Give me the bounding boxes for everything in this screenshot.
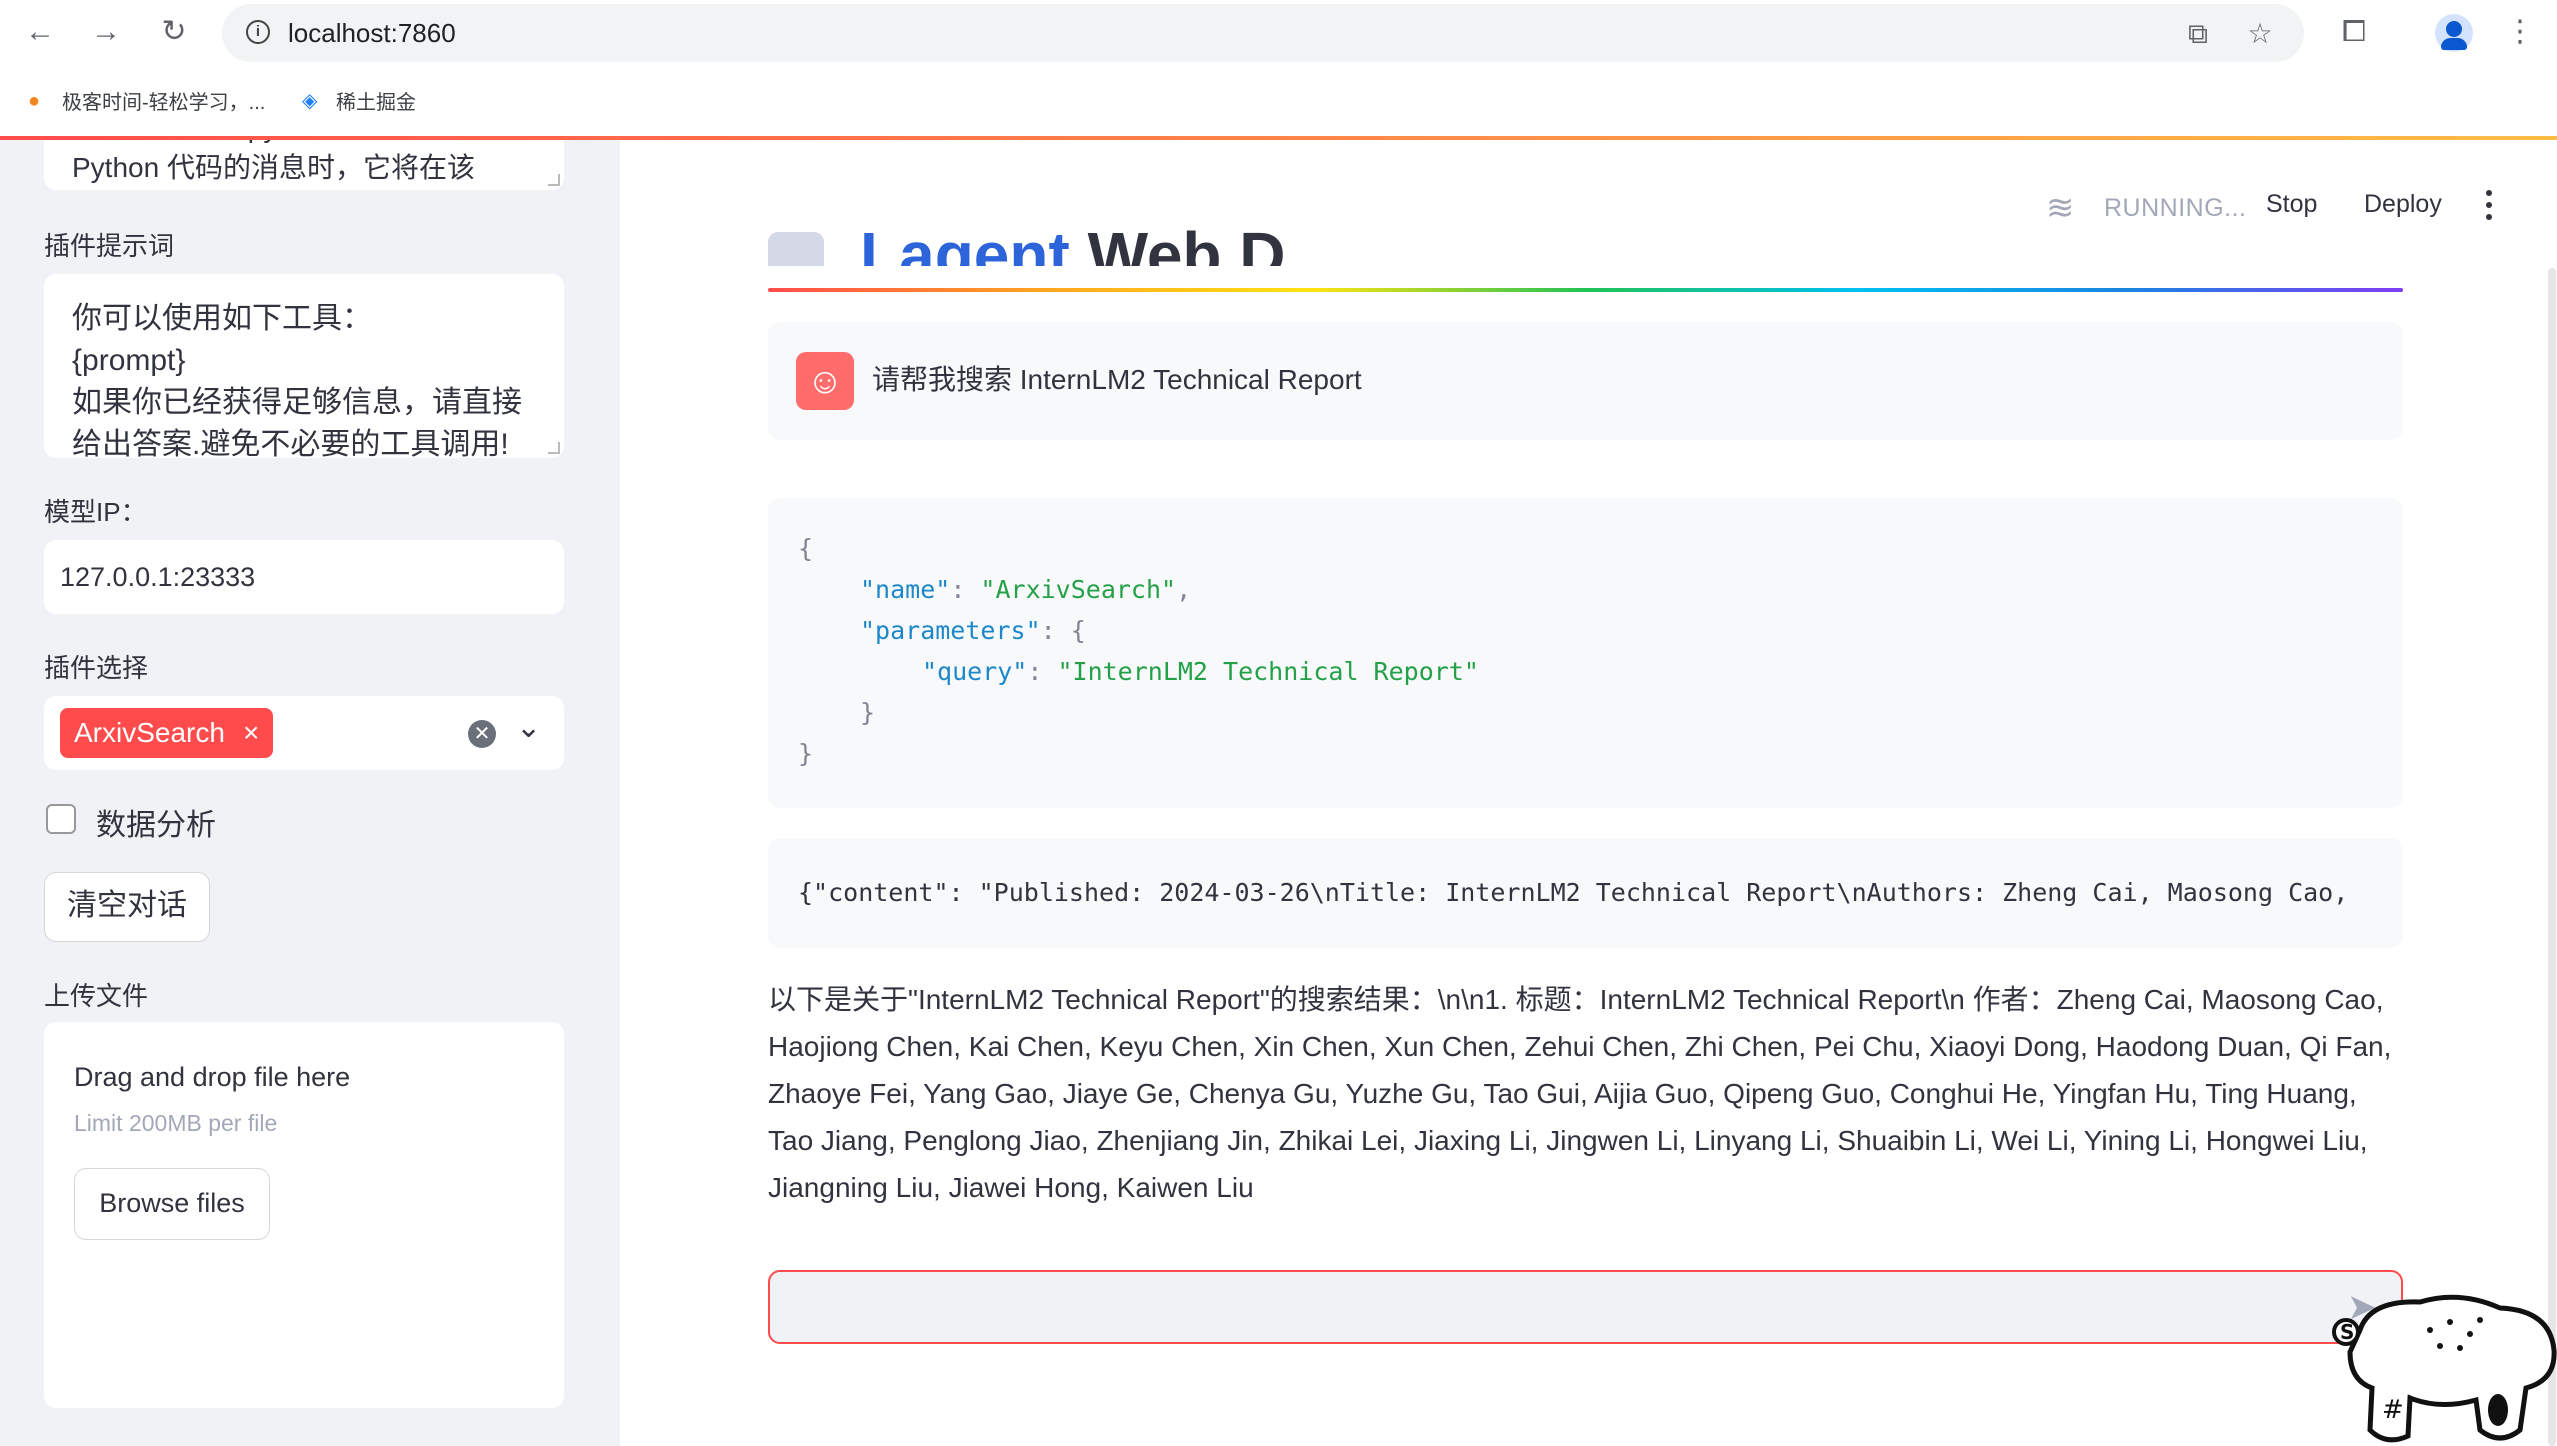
address-bar[interactable]: i localhost:7860 ⧉ ☆ <box>222 4 2304 62</box>
bookmark-geektime[interactable]: ● 极客时间-轻松学习，... <box>28 86 265 115</box>
plugin-select-label: 插件选择 <box>44 653 149 683</box>
svg-text:#: # <box>2382 1395 2404 1425</box>
upload-label: 上传文件 <box>44 981 149 1011</box>
system-prompt-textarea[interactable]: 代码。当你向 python 发送含有 Python 代码的消息时，它将在该 <box>44 140 564 190</box>
json-key-query: "query" <box>922 657 1028 686</box>
plugin-multiselect[interactable]: ArxivSearch × ✕ ⌄ <box>44 696 564 770</box>
json-brace: { <box>1070 616 1086 645</box>
browser-toolbar: ← → ↻ i localhost:7860 ⧉ ☆ ⧠ ⋮ <box>0 0 2557 64</box>
tag-remove-icon[interactable]: × <box>243 708 259 758</box>
tool-result-block: {"content": "Published: 2024-03-26\nTitl… <box>768 838 2403 948</box>
plugin-tag: ArxivSearch × <box>60 708 274 758</box>
reload-icon[interactable]: ↻ <box>156 14 192 50</box>
json-brace: } <box>798 739 814 768</box>
plugin-prompt-label: 插件提示词 <box>44 231 175 261</box>
chevron-down-icon[interactable]: ⌄ <box>516 710 541 745</box>
bookmarks-bar: ● 极客时间-轻松学习，... ◈ 稀土掘金 <box>0 64 2557 136</box>
profile-avatar[interactable] <box>2435 14 2473 52</box>
stop-button[interactable]: Stop <box>2266 190 2317 219</box>
title-lagent: Lagent <box>860 219 1070 266</box>
star-icon[interactable]: ☆ <box>2244 18 2276 50</box>
scrollbar[interactable] <box>2548 268 2556 1446</box>
url-text[interactable]: localhost:7860 <box>288 18 456 49</box>
juejin-icon: ◈ <box>302 89 318 112</box>
model-ip-input[interactable]: 127.0.0.1:23333 <box>44 540 564 614</box>
user-message: ☺ 请帮我搜索 InternLM2 Technical Report <box>768 322 2403 440</box>
swimmer-icon: ≋ <box>2046 189 2075 227</box>
json-brace: } <box>860 698 876 727</box>
file-uploader[interactable]: Drag and drop file here Limit 200MB per … <box>44 1022 564 1408</box>
chat-input[interactable]: ➤ <box>768 1270 2403 1344</box>
mascot-icon: S # <box>2332 1294 2557 1443</box>
svg-text:S: S <box>2340 1320 2354 1344</box>
plugin-prompt-text: 你可以使用如下工具： {prompt} 如果你已经获得足够信息，请直接 给出答案… <box>72 302 522 458</box>
main-menu-icon[interactable] <box>2486 190 2496 226</box>
json-val-name: "ArxivSearch" <box>980 575 1177 604</box>
bookmark-label: 极客时间-轻松学习，... <box>62 92 266 114</box>
json-brace: { <box>798 534 814 563</box>
json-key-name: "name" <box>860 575 951 604</box>
upload-drag-text: Drag and drop file here <box>74 1062 351 1092</box>
menu-icon[interactable]: ⋮ <box>2502 14 2538 50</box>
title-divider <box>768 288 2403 292</box>
translate-icon[interactable]: ⧉ <box>2182 18 2214 50</box>
title-web-demo: Web Demo <box>1087 219 1288 266</box>
deploy-button[interactable]: Deploy <box>2364 190 2442 219</box>
robot-icon <box>768 232 824 266</box>
plugin-prompt-textarea[interactable]: 你可以使用如下工具： {prompt} 如果你已经获得足够信息，请直接 给出答案… <box>44 274 564 458</box>
assistant-answer: 以下是关于"InternLM2 Technical Report"的搜索结果：\… <box>768 984 2392 1203</box>
upload-limit-text: Limit 200MB per file <box>74 1110 278 1136</box>
back-icon[interactable]: ← <box>22 14 58 50</box>
site-info-icon[interactable]: i <box>246 20 270 44</box>
forward-icon[interactable]: → <box>88 14 124 50</box>
extensions-icon[interactable]: ⧠ <box>2336 14 2372 50</box>
clear-chat-button[interactable]: 清空对话 <box>44 872 210 942</box>
main-area: Lagent Web Demo ≋ RUNNING... Stop Deploy… <box>620 140 2557 1446</box>
model-ip-label: 模型IP： <box>44 497 147 527</box>
page-title: Lagent Web Demo <box>768 140 1288 266</box>
clear-selection-icon[interactable]: ✕ <box>468 720 496 748</box>
user-message-text: 请帮我搜索 InternLM2 Technical Report <box>872 364 1362 395</box>
json-val-query: "InternLM2 Technical Report" <box>1057 657 1479 686</box>
model-ip-value: 127.0.0.1:23333 <box>60 562 256 592</box>
user-avatar: ☺ <box>796 352 854 410</box>
resize-handle[interactable] <box>548 442 560 454</box>
system-prompt-text: 代码。当你向 python 发送含有 Python 代码的消息时，它将在该 <box>72 140 475 183</box>
tool-call-code-block: { "name": "ArxivSearch", "parameters": {… <box>768 498 2403 808</box>
running-text: RUNNING... <box>2104 193 2247 222</box>
data-analysis-label[interactable]: 数据分析 <box>96 800 216 844</box>
json-key-parameters: "parameters" <box>860 616 1041 645</box>
browse-files-button[interactable]: Browse files <box>74 1168 270 1240</box>
plugin-tag-label: ArxivSearch <box>74 717 225 748</box>
geektime-icon: ● <box>28 89 41 112</box>
bookmark-label: 稀土掘金 <box>336 92 416 114</box>
data-analysis-checkbox[interactable] <box>46 804 76 834</box>
sidebar: 代码。当你向 python 发送含有 Python 代码的消息时，它将在该 插件… <box>0 140 620 1446</box>
bookmark-juejin[interactable]: ◈ 稀土掘金 <box>302 86 416 115</box>
resize-handle[interactable] <box>548 174 560 186</box>
running-status: ≋ RUNNING... <box>2046 190 2247 226</box>
